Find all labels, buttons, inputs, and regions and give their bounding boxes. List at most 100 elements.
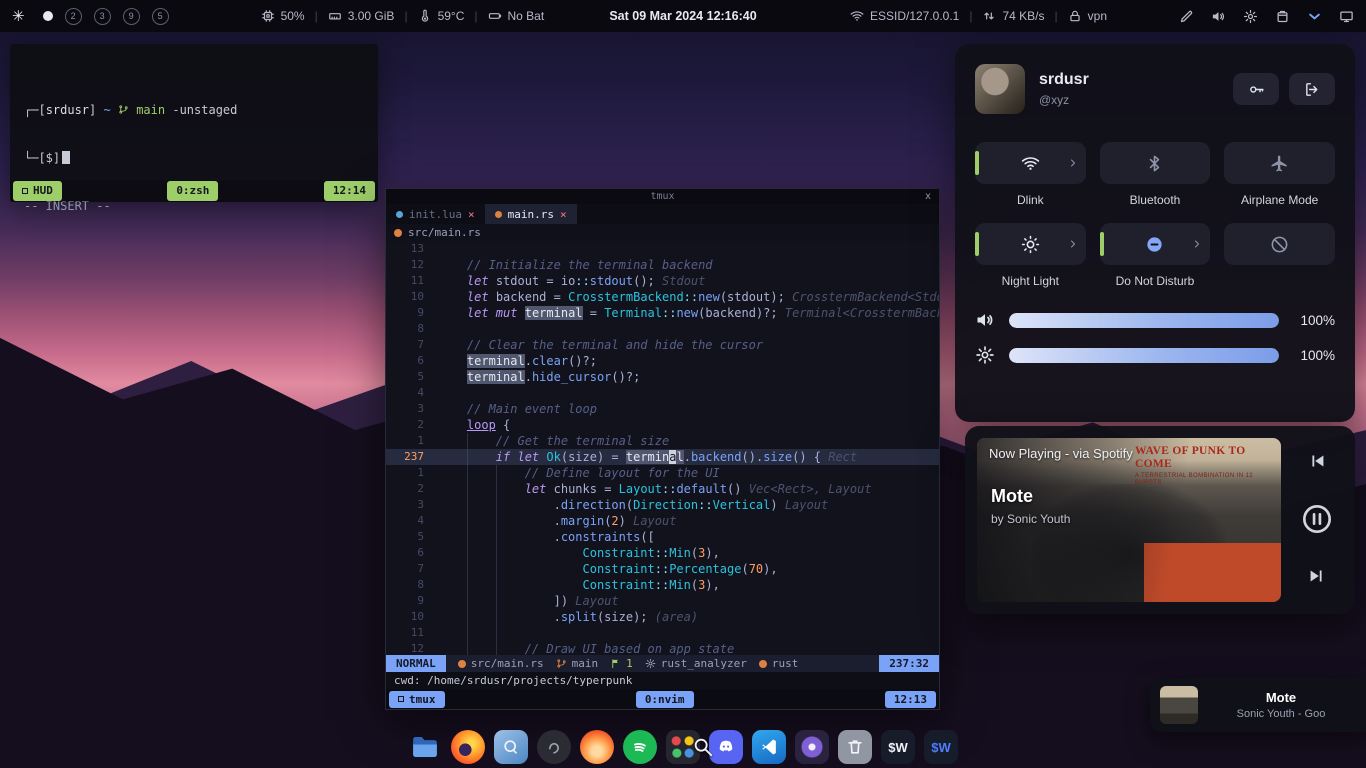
- tab-close-icon[interactable]: ×: [560, 208, 567, 221]
- workspace-2[interactable]: 2: [65, 8, 82, 25]
- code-line[interactable]: 12 // Draw UI based on app state: [386, 641, 939, 655]
- code-line[interactable]: 6 terminal.clear()?;: [386, 353, 939, 369]
- media-next-button[interactable]: [1306, 565, 1328, 590]
- workspace-5[interactable]: 5: [152, 8, 169, 25]
- tmux-window-pill[interactable]: 0:zsh: [167, 181, 218, 201]
- notification-thumbnail: [1160, 686, 1198, 724]
- tmux-session-pill[interactable]: tmux: [389, 691, 445, 708]
- code-line[interactable]: 237 if let Ok(size) = terminal.backend()…: [386, 449, 939, 465]
- window-close-button[interactable]: x: [925, 191, 931, 202]
- pen-icon[interactable]: [1179, 9, 1194, 24]
- trash-icon: [845, 737, 865, 757]
- lua-file-icon: [396, 211, 403, 218]
- keyring-button[interactable]: [1233, 73, 1279, 105]
- media-pause-button[interactable]: [1301, 503, 1333, 538]
- ram-stat: 3.00 GiB: [328, 9, 395, 23]
- dock-spotify[interactable]: [623, 730, 657, 764]
- key-icon: [1248, 81, 1265, 98]
- code-line[interactable]: 4 .margin(2) Layout: [386, 513, 939, 529]
- vpn-value: vpn: [1088, 9, 1107, 23]
- gear-icon[interactable]: [1243, 9, 1258, 24]
- dock-purple-app[interactable]: [795, 730, 829, 764]
- workspace-active[interactable]: [43, 11, 53, 21]
- toggle-night-light[interactable]: [975, 223, 1086, 265]
- volume-slider[interactable]: [1009, 313, 1279, 328]
- dock-firefox[interactable]: [451, 730, 485, 764]
- dock-files[interactable]: [408, 730, 442, 764]
- toggle-blocked[interactable]: [1224, 223, 1335, 265]
- code-line[interactable]: 3 .direction(Direction::Vertical) Layout: [386, 497, 939, 513]
- dock-code[interactable]: [752, 730, 786, 764]
- now-playing-header: Now Playing - via Spotify: [989, 446, 1133, 461]
- tmux-session-pill[interactable]: HUD: [13, 181, 62, 201]
- dock-flame-app[interactable]: [580, 730, 614, 764]
- chevron-right-icon[interactable]: [1067, 157, 1079, 169]
- code-line[interactable]: 2 loop {: [386, 417, 939, 433]
- code-line[interactable]: 7 Constraint::Percentage(70),: [386, 561, 939, 577]
- code-line[interactable]: 2 let chunks = Layout::default() Vec<Rec…: [386, 481, 939, 497]
- brightness-slider[interactable]: [1009, 348, 1279, 363]
- line-number: 4: [386, 513, 438, 529]
- dock-qutebrowser[interactable]: [494, 730, 528, 764]
- code-line[interactable]: 12 // Initialize the terminal backend: [386, 257, 939, 273]
- code-line[interactable]: 9 ]) Layout: [386, 593, 939, 609]
- wifi-stat[interactable]: ESSID/127.0.0.1: [850, 9, 959, 23]
- tab-init-lua[interactable]: init.lua ×: [386, 204, 485, 224]
- code-line[interactable]: 6 Constraint::Min(3),: [386, 545, 939, 561]
- line-number: 10: [386, 289, 438, 305]
- workspace-9[interactable]: 9: [123, 8, 140, 25]
- launcher-icon[interactable]: ✳: [12, 7, 25, 25]
- code-line[interactable]: 5 terminal.hide_cursor()?;: [386, 369, 939, 385]
- code-line[interactable]: 1 // Define layout for the UI: [386, 465, 939, 481]
- cursor-position: 237:32: [879, 655, 939, 672]
- terminal-window[interactable]: ┌─[srdusr] ~ main -unstaged └─[$] -- INS…: [10, 44, 378, 202]
- prompt-user: srdusr: [46, 103, 89, 117]
- prompt-line-1: ┌─[srdusr] ~ main -unstaged: [24, 102, 364, 118]
- dock-sw-white[interactable]: $W: [881, 730, 915, 764]
- tab-main-rs[interactable]: main.rs ×: [485, 204, 577, 224]
- code-line[interactable]: 3 // Main event loop: [386, 401, 939, 417]
- media-previous-button[interactable]: [1306, 450, 1328, 475]
- dock-sw-blue[interactable]: $W: [924, 730, 958, 764]
- logout-button[interactable]: [1289, 73, 1335, 105]
- toggle-dlink[interactable]: [975, 142, 1086, 184]
- code-line[interactable]: 13: [386, 241, 939, 257]
- notification[interactable]: Mote Sonic Youth - Goo: [1150, 678, 1366, 732]
- code-line[interactable]: 4: [386, 385, 939, 401]
- dock-terminal[interactable]: [537, 730, 571, 764]
- speaker-icon[interactable]: [1211, 9, 1226, 24]
- statusline: NORMAL src/main.rs main 1 rust_analyzer …: [386, 655, 939, 672]
- toggle-do-not-disturb[interactable]: [1100, 223, 1211, 265]
- code-line[interactable]: 9 let mut terminal = Terminal::new(backe…: [386, 305, 939, 321]
- separator: |: [1055, 9, 1058, 23]
- editor-window[interactable]: tmux x init.lua × main.rs × src/main.rs …: [385, 188, 940, 710]
- code-line[interactable]: 10 let backend = CrosstermBackend::new(s…: [386, 289, 939, 305]
- code-line[interactable]: 5 .constraints([: [386, 529, 939, 545]
- vpn-stat[interactable]: vpn: [1068, 9, 1107, 23]
- dock-trash[interactable]: [838, 730, 872, 764]
- line-number: 13: [386, 241, 438, 257]
- chevron-down-icon[interactable]: [1307, 9, 1322, 24]
- code-line[interactable]: 11: [386, 625, 939, 641]
- code-line[interactable]: 1 // Get the terminal size: [386, 433, 939, 449]
- monitor-icon[interactable]: [1339, 9, 1354, 24]
- code-line[interactable]: 7 // Clear the terminal and hide the cur…: [386, 337, 939, 353]
- toggle-airplane-mode[interactable]: [1224, 142, 1335, 184]
- code-line[interactable]: 8 Constraint::Min(3),: [386, 577, 939, 593]
- code-line[interactable]: 11 let stdout = io::stdout(); Stdout: [386, 273, 939, 289]
- chevron-right-icon[interactable]: [1067, 238, 1079, 250]
- toggle-bluetooth[interactable]: [1100, 142, 1211, 184]
- tmux-window-pill[interactable]: 0:nvim: [636, 691, 694, 708]
- code-line[interactable]: 10 .split(size); (area): [386, 609, 939, 625]
- code-line[interactable]: 8: [386, 321, 939, 337]
- line-number: 3: [386, 401, 438, 417]
- qutebrowser-icon: [501, 737, 521, 757]
- clipboard-icon[interactable]: [1275, 9, 1290, 24]
- chevron-right-icon[interactable]: [1191, 238, 1203, 250]
- tab-close-icon[interactable]: ×: [468, 208, 475, 221]
- dock-discord[interactable]: [709, 730, 743, 764]
- line-number: 1: [386, 465, 438, 481]
- terminal-content[interactable]: ┌─[srdusr] ~ main -unstaged └─[$] -- INS…: [10, 44, 378, 246]
- code-area[interactable]: 1312 // Initialize the terminal backend1…: [386, 241, 939, 655]
- workspace-3[interactable]: 3: [94, 8, 111, 25]
